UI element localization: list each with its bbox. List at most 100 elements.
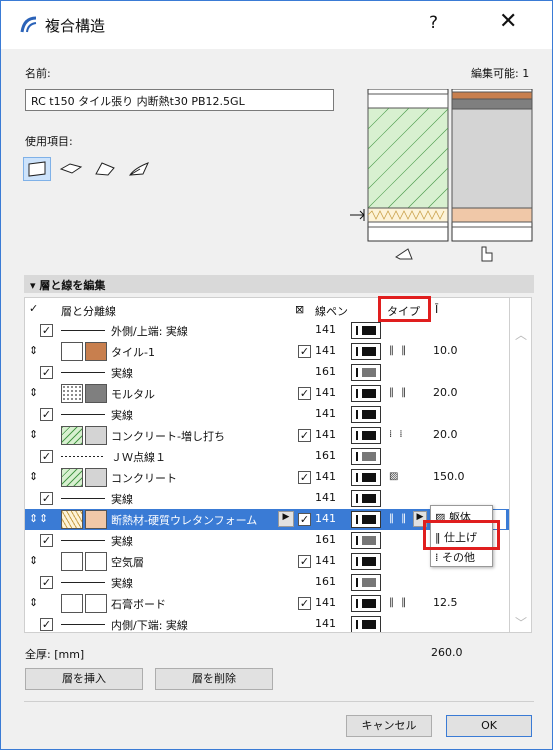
pen-override-checkbox[interactable]: ✓ (298, 429, 311, 442)
layer-pattern-swatch[interactable] (61, 426, 83, 445)
separator-visible-checkbox[interactable]: ✓ (40, 408, 53, 421)
line-sample-icon (61, 414, 105, 415)
edit-layers-section[interactable]: ▾ 層と線を編集 (24, 275, 534, 293)
drag-handle-icon[interactable]: ⇕ (29, 428, 38, 441)
layer-menu-arrow-icon[interactable]: ▶ (278, 511, 294, 527)
pen-swatch[interactable] (351, 490, 381, 507)
layer-pattern-swatch[interactable] (61, 552, 83, 571)
layer-type-icon[interactable]: ‖ ‖ (389, 345, 408, 356)
pen-override-checkbox[interactable]: ✓ (298, 555, 311, 568)
pen-override-checkbox[interactable]: ✓ (298, 387, 311, 400)
layer-name: コンクリート-増し打ち (111, 430, 225, 443)
separator-visible-checkbox[interactable]: ✓ (40, 450, 53, 463)
close-button[interactable]: ✕ (499, 9, 517, 34)
drag-handle-icon[interactable]: ⇕ (39, 512, 48, 525)
cancel-button[interactable]: キャンセル (346, 715, 432, 737)
pen-swatch[interactable] (351, 574, 381, 591)
pen-swatch[interactable] (351, 511, 381, 528)
layer-fill-swatch[interactable] (85, 594, 107, 613)
layer-row[interactable]: ⇕ コンクリート-増し打ち ✓ 141 ⁞ ⁞ 20.0 (25, 425, 509, 446)
pen-override-checkbox[interactable]: ✓ (298, 471, 311, 484)
separator-visible-checkbox[interactable]: ✓ (40, 576, 53, 589)
pen-swatch[interactable] (351, 595, 381, 612)
pen-override-checkbox[interactable]: ✓ (298, 345, 311, 358)
pen-override-checkbox[interactable]: ✓ (298, 597, 311, 610)
drag-handle-icon[interactable]: ⇕ (29, 596, 38, 609)
layer-pattern-swatch[interactable] (61, 468, 83, 487)
layer-name: 空気層 (111, 556, 144, 569)
other-type-icon: ⁞ (435, 551, 442, 564)
layer-thickness[interactable]: 12.5 (433, 596, 458, 609)
pen-swatch[interactable] (351, 364, 381, 381)
layer-pattern-swatch[interactable] (61, 510, 83, 529)
layer-type-icon[interactable]: ‖ ‖ (389, 597, 408, 608)
drag-handle-icon[interactable]: ⇕ (29, 554, 38, 567)
layer-row[interactable]: ⇕ タイル-1 ✓ 141 ‖ ‖ 10.0 (25, 341, 509, 362)
drag-handle-icon[interactable]: ⇕ (29, 512, 38, 525)
separator-visible-checkbox[interactable]: ✓ (40, 324, 53, 337)
help-button[interactable]: ? (429, 13, 438, 33)
pen-swatch[interactable] (351, 427, 381, 444)
layer-fill-swatch[interactable] (85, 510, 107, 529)
layer-type-icon[interactable]: ‖ ‖ (389, 513, 408, 524)
separator-row[interactable]: ✓ 実線 141 (25, 404, 509, 425)
separator-row[interactable]: ✓ ＪＷ点線１ 161 (25, 446, 509, 467)
header-pen: 線ペン (315, 305, 348, 318)
shell-icon[interactable] (125, 157, 153, 181)
pen-swatch[interactable] (351, 406, 381, 423)
layer-thickness[interactable]: 20.0 (433, 386, 458, 399)
slab-icon[interactable] (57, 157, 85, 181)
insert-layer-button[interactable]: 層を挿入 (25, 668, 143, 690)
ok-button[interactable]: OK (446, 715, 532, 737)
pen-swatch[interactable] (351, 532, 381, 549)
layer-row[interactable]: ⇕ モルタル ✓ 141 ‖ ‖ 20.0 (25, 383, 509, 404)
separator-visible-checkbox[interactable]: ✓ (40, 618, 53, 631)
wall-icon[interactable] (23, 157, 51, 181)
layer-thickness[interactable]: 20.0 (433, 428, 458, 441)
layer-fill-swatch[interactable] (85, 426, 107, 445)
drag-handle-icon[interactable]: ⇕ (29, 344, 38, 357)
layer-pattern-swatch[interactable] (61, 342, 83, 361)
layer-fill-swatch[interactable] (85, 468, 107, 487)
separator-visible-checkbox[interactable]: ✓ (40, 366, 53, 379)
roof-icon[interactable] (91, 157, 119, 181)
pen-override-checkbox[interactable]: ✓ (298, 513, 311, 526)
layer-pattern-swatch[interactable] (61, 384, 83, 403)
layer-fill-swatch[interactable] (85, 342, 107, 361)
header-pen-check-icon[interactable]: ⊠ (295, 303, 304, 316)
pen-swatch[interactable] (351, 322, 381, 339)
separator-row[interactable]: ✓ 内側/下端: 実線 141 (25, 614, 509, 632)
table-scrollbar[interactable]: ︿ ﹀ (510, 297, 532, 633)
layer-type-icon[interactable]: ▨ (389, 471, 400, 482)
separator-visible-checkbox[interactable]: ✓ (40, 492, 53, 505)
layer-name: モルタル (111, 388, 155, 401)
separator-row[interactable]: ✓ 外側/上端: 実線 141 (25, 320, 509, 341)
layer-thickness[interactable]: 10.0 (433, 344, 458, 357)
pen-swatch[interactable] (351, 448, 381, 465)
pen-swatch[interactable] (351, 553, 381, 570)
delete-layer-button[interactable]: 層を削除 (155, 668, 273, 690)
scroll-up-icon[interactable]: ︿ (515, 326, 527, 343)
finish-highlight (423, 520, 500, 550)
scroll-down-icon[interactable]: ﹀ (515, 614, 527, 631)
name-field[interactable]: RC t150 タイル張り 内断熱t30 PB12.5GL (25, 89, 334, 111)
check-all-icon[interactable]: ✓ (29, 302, 38, 315)
layer-row[interactable]: ⇕ コンクリート ✓ 141 ▨ 150.0 (25, 467, 509, 488)
layer-type-icon[interactable]: ⁞ ⁞ (389, 429, 405, 440)
pen-swatch[interactable] (351, 385, 381, 402)
layer-fill-swatch[interactable] (85, 384, 107, 403)
separator-row[interactable]: ✓ 実線 161 (25, 362, 509, 383)
layer-type-icon[interactable]: ‖ ‖ (389, 387, 408, 398)
pen-swatch[interactable] (351, 343, 381, 360)
separator-visible-checkbox[interactable]: ✓ (40, 534, 53, 547)
separator-name: 実線 (111, 367, 133, 380)
layer-thickness[interactable]: 150.0 (433, 470, 465, 483)
pen-swatch[interactable] (351, 616, 381, 632)
drag-handle-icon[interactable]: ⇕ (29, 470, 38, 483)
layer-pattern-swatch[interactable] (61, 594, 83, 613)
drag-handle-icon[interactable]: ⇕ (29, 386, 38, 399)
pen-swatch[interactable] (351, 469, 381, 486)
layer-row[interactable]: ⇕ 石膏ボード ✓ 141 ‖ ‖ 12.5 (25, 593, 509, 614)
layer-fill-swatch[interactable] (85, 552, 107, 571)
separator-row[interactable]: ✓ 実線 161 (25, 572, 509, 593)
